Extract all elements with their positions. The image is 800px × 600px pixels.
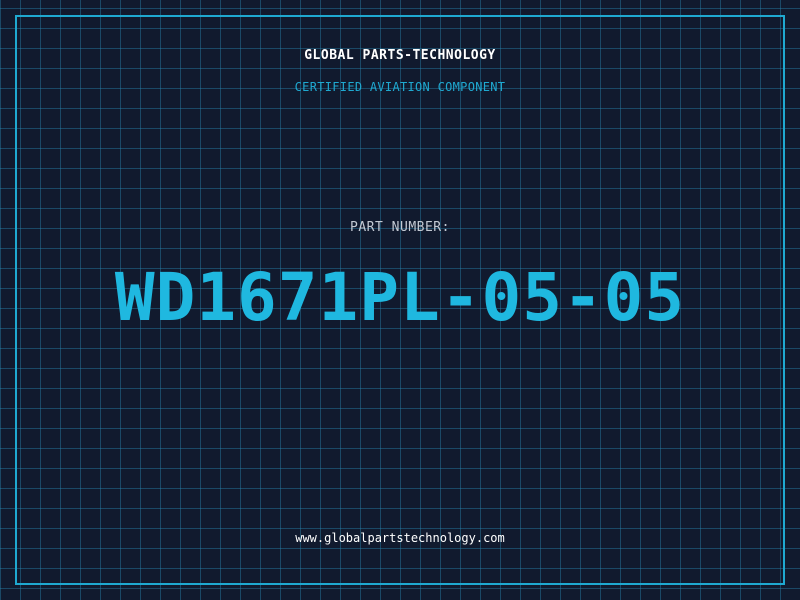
part-number-label: PART NUMBER:	[350, 220, 450, 235]
certification-tagline: CERTIFIED AVIATION COMPONENT	[294, 80, 506, 94]
company-name: GLOBAL PARTS-TECHNOLOGY	[304, 48, 496, 63]
part-label-card: GLOBAL PARTS-TECHNOLOGY CERTIFIED AVIATI…	[0, 0, 800, 600]
part-number-value: WD1671PL-05-05	[114, 259, 686, 336]
website-url: www.globalpartstechnology.com	[295, 531, 505, 545]
